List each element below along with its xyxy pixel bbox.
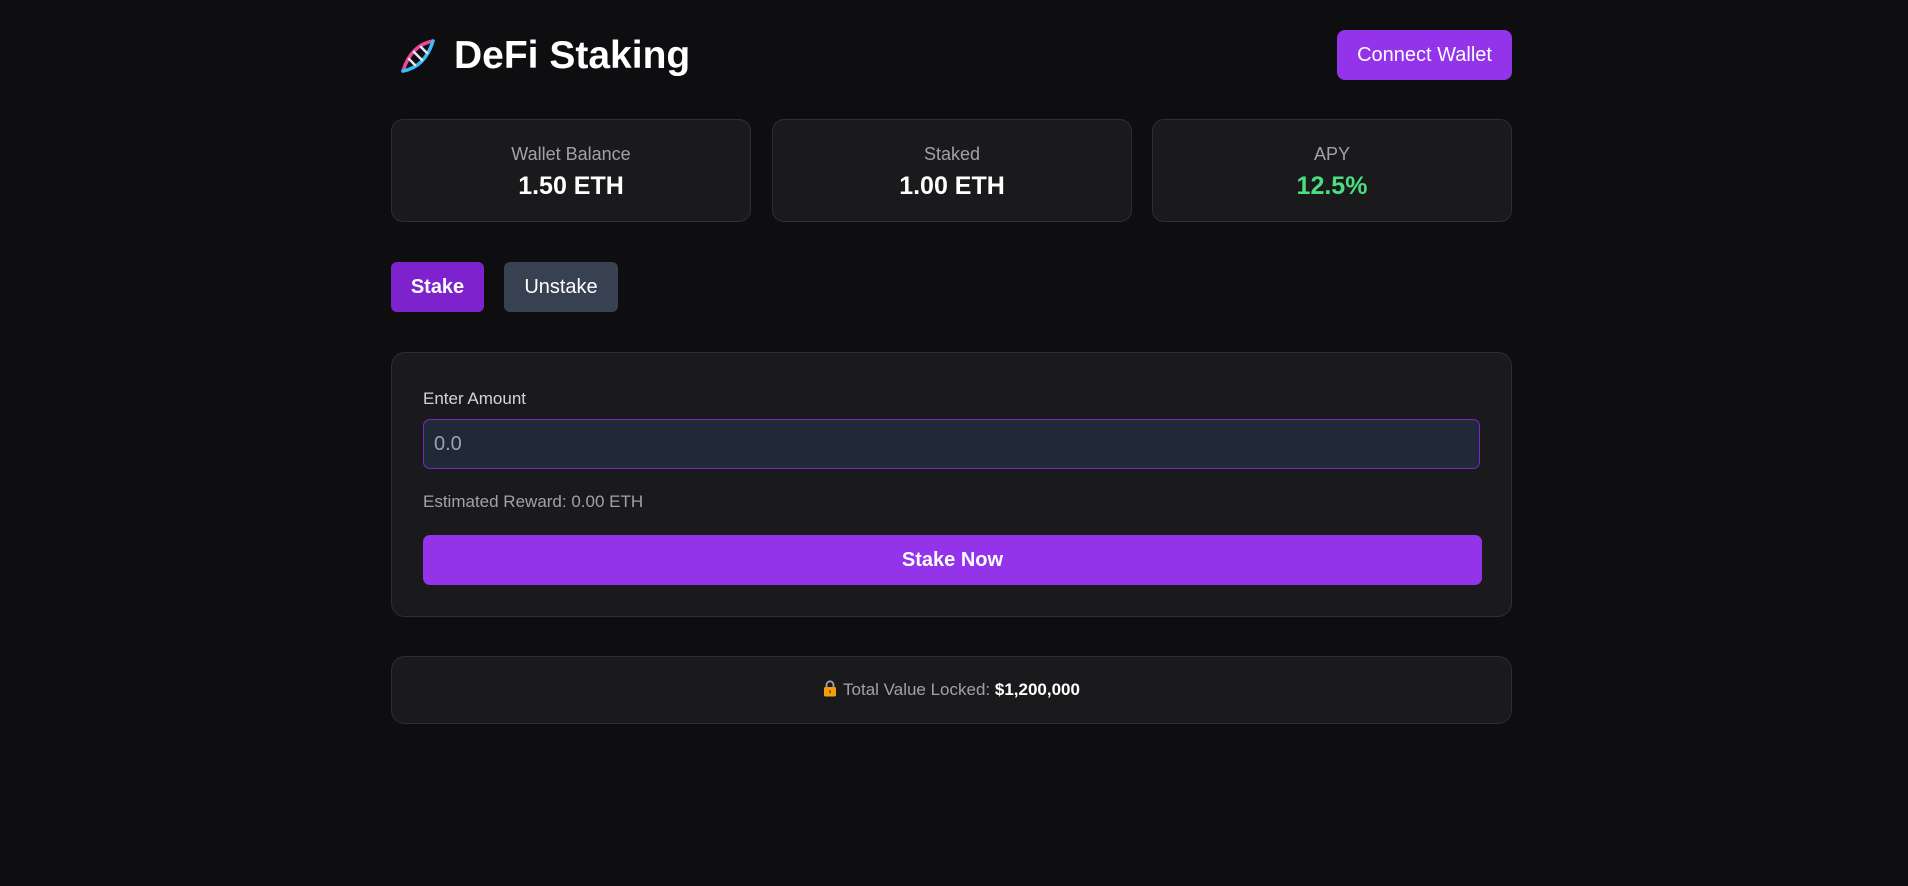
stat-card-staked: Staked 1.00 ETH	[772, 119, 1132, 222]
stake-form: Enter Amount Estimated Reward: 0.00 ETH …	[391, 352, 1512, 617]
stat-label: APY	[1313, 144, 1351, 164]
stat-card-wallet-balance: Wallet Balance 1.50 ETH	[391, 119, 751, 222]
tvl-line: Total Value Locked: $1,200,000	[392, 680, 1511, 700]
amount-label: Enter Amount	[423, 389, 527, 408]
stat-value: 12.5%	[1296, 172, 1368, 200]
stake-tabs: Stake Unstake	[391, 262, 791, 312]
estimated-reward: Estimated Reward: 0.00 ETH	[423, 492, 644, 511]
dna-icon	[401, 39, 435, 73]
tvl-value: $1,200,000	[994, 680, 1080, 699]
page-title: DeFi Staking	[454, 34, 691, 77]
stake-now-button[interactable]: Stake Now	[423, 535, 1482, 585]
lock-icon	[824, 680, 837, 697]
stat-label: Staked	[923, 144, 981, 164]
stat-card-apy: APY 12.5%	[1152, 119, 1512, 222]
connect-wallet-button[interactable]: Connect Wallet	[1337, 30, 1512, 80]
tvl-label: Total Value Locked:	[843, 680, 995, 699]
tab-stake[interactable]: Stake	[391, 262, 484, 312]
amount-input[interactable]	[423, 419, 1480, 469]
stat-value: 1.00 ETH	[899, 172, 1005, 200]
stat-label: Wallet Balance	[511, 144, 631, 164]
header: DeFi Staking Connect Wallet	[391, 30, 1512, 80]
tvl-card: Total Value Locked: $1,200,000	[391, 656, 1512, 724]
stat-value: 1.50 ETH	[518, 172, 624, 200]
stats-row: Wallet Balance 1.50 ETH Staked 1.00 ETH …	[391, 119, 1512, 222]
tab-unstake[interactable]: Unstake	[504, 262, 618, 312]
